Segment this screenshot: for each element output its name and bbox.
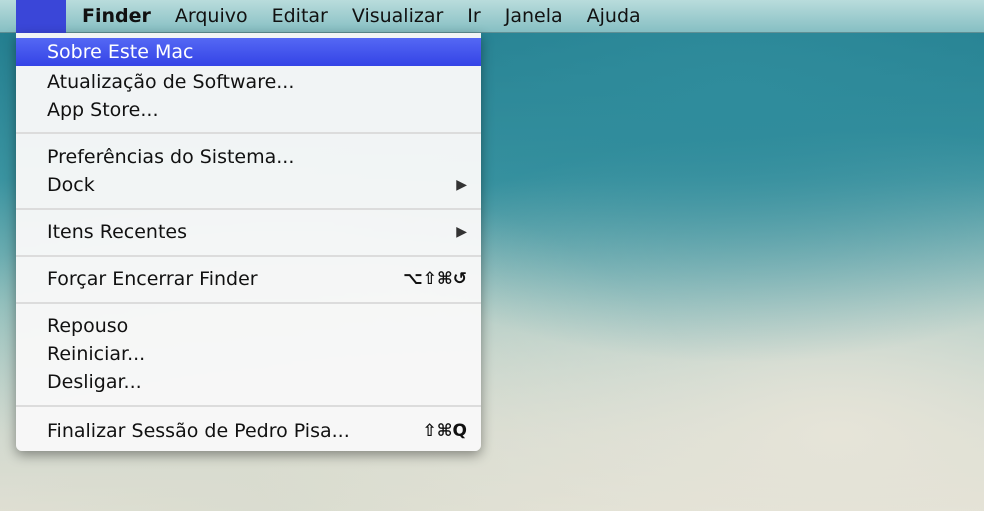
menu-arquivo[interactable]: Arquivo (163, 5, 260, 27)
menu-ajuda[interactable]: Ajuda (575, 5, 653, 27)
menu-visualizar[interactable]: Visualizar (340, 5, 455, 27)
label: Finalizar Sessão de Pedro Pisa... (47, 420, 350, 442)
apple-menu-icon[interactable] (16, 0, 66, 33)
separator (16, 302, 481, 304)
menu-item-forcar-encerrar[interactable]: Forçar Encerrar Finder ⌥⇧⌘↺ (16, 265, 481, 293)
submenu-arrow-icon: ▶ (456, 177, 467, 193)
menu-janela[interactable]: Janela (493, 5, 575, 27)
label: Sobre Este Mac (47, 41, 194, 63)
separator (16, 405, 481, 407)
separator (16, 255, 481, 257)
shortcut: ⇧⌘Q (422, 421, 467, 441)
separator (16, 208, 481, 210)
label: Repouso (47, 315, 129, 337)
menu-ir[interactable]: Ir (455, 5, 492, 27)
label: Reiniciar... (47, 343, 146, 365)
apple-dropdown-menu: Sobre Este Mac Atualização de Software..… (16, 33, 481, 451)
menu-item-dock[interactable]: Dock ▶ (16, 171, 481, 199)
separator (16, 132, 481, 134)
label: Itens Recentes (47, 221, 187, 243)
label: Atualização de Software... (47, 71, 295, 93)
label: App Store... (47, 99, 159, 121)
menu-finder[interactable]: Finder (66, 5, 163, 27)
menu-item-app-store[interactable]: App Store... (16, 96, 481, 124)
menu-item-repouso[interactable]: Repouso (16, 312, 481, 340)
label: Desligar... (47, 371, 142, 393)
shortcut: ⌥⇧⌘↺ (403, 269, 467, 289)
menu-item-desligar[interactable]: Desligar... (16, 368, 481, 396)
label: Forçar Encerrar Finder (47, 268, 258, 290)
menu-item-reiniciar[interactable]: Reiniciar... (16, 340, 481, 368)
submenu-arrow-icon: ▶ (456, 224, 467, 240)
menu-bar: Finder Arquivo Editar Visualizar Ir Jane… (0, 0, 984, 33)
menu-item-finalizar-sessao[interactable]: Finalizar Sessão de Pedro Pisa... ⇧⌘Q (16, 417, 481, 445)
menu-editar[interactable]: Editar (260, 5, 340, 27)
label: Dock (47, 174, 95, 196)
menu-item-atualizacao[interactable]: Atualização de Software... (16, 68, 481, 96)
label: Preferências do Sistema... (47, 146, 295, 168)
menu-item-itens-recentes[interactable]: Itens Recentes ▶ (16, 218, 481, 246)
menu-item-sobre[interactable]: Sobre Este Mac (16, 38, 481, 66)
menu-item-preferencias[interactable]: Preferências do Sistema... (16, 143, 481, 171)
